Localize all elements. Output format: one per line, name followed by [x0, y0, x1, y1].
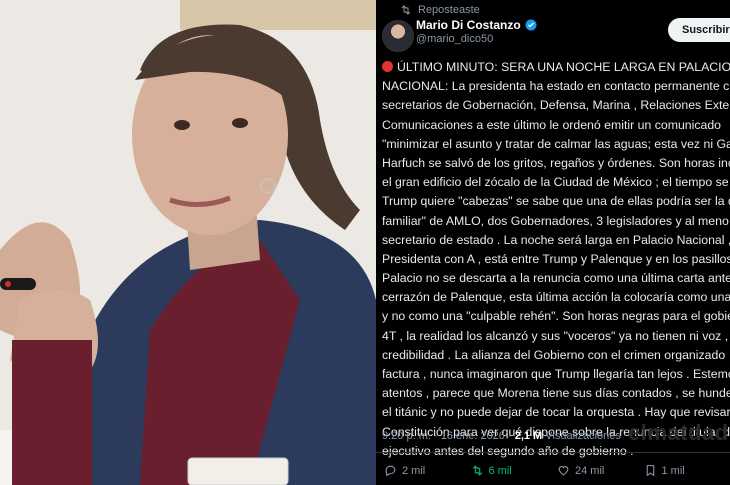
tweet-time[interactable]: 9:20 p. m. · 16 ene. 2026 ·	[382, 430, 512, 442]
tweet-line: atentos , parece que Morena tiene sus dí…	[382, 386, 730, 401]
bookmark-button[interactable]: 1 mil	[644, 464, 730, 477]
repost-label: Reposteaste	[418, 4, 480, 16]
author-name[interactable]: Mario Di Costanzo	[416, 18, 521, 32]
tweet-meta: 9:20 p. m. · 16 ene. 2026 · 2,1 M Visual…	[382, 430, 621, 442]
repost-icon	[401, 5, 411, 15]
reply-button[interactable]: 2 mil	[384, 464, 471, 477]
tweet-line: y no como una "culpable rehén". Son hora…	[382, 309, 730, 324]
tweet-line: 4T , la realidad los alcanzó y sus "voce…	[382, 328, 729, 343]
tweet-line: NACIONAL: La presidenta ha estado en con…	[382, 79, 730, 94]
like-button[interactable]: 24 mil	[557, 464, 644, 477]
watermark: elmatdad	[628, 420, 729, 445]
divider	[376, 452, 730, 453]
subscribe-button[interactable]: Suscribirse	[668, 18, 730, 42]
reply-count: 2 mil	[402, 464, 426, 477]
photo-woman-speaking	[0, 0, 376, 485]
tweet-line: secretarios de Gobernación, Defensa, Mar…	[382, 98, 730, 113]
repost-count: 6 mil	[488, 464, 512, 477]
author-avatar[interactable]	[382, 20, 414, 52]
tweet-line: cerrazón de Palenque, esta última acción…	[382, 290, 730, 305]
action-bar: 2 mil 6 mil 24 mil 1 mil	[384, 464, 730, 477]
tweet-line: "minimizar el asunto y tratar de calmar …	[382, 136, 730, 151]
repost-indicator: Reposteaste	[400, 4, 480, 16]
tweet-line: Comunicaciones a este último le ordenó e…	[382, 117, 722, 132]
tweet-card: Reposteaste Mario Di Costanzo @mario_dic…	[376, 0, 730, 485]
tweet-line: Trump quiere "cabezas" se sabe que una d…	[382, 194, 730, 209]
author-handle[interactable]: @mario_dico50	[416, 33, 493, 45]
tweet-line: el gran edificio del zócalo de la Ciudad…	[382, 175, 729, 190]
views-label: Visualizaciones	[545, 430, 621, 442]
author-name-row[interactable]: Mario Di Costanzo	[416, 18, 537, 32]
views-count: 2,1 M	[514, 430, 543, 442]
reply-icon	[385, 465, 396, 477]
red-circle-icon	[382, 61, 393, 72]
photo-illustration	[0, 0, 376, 485]
tweet-line: ÚLTIMO MINUTO: SERA UNA NOCHE LARGA EN P…	[382, 58, 730, 77]
repost-button[interactable]: 6 mil	[471, 464, 558, 477]
tweet-text: ÚLTIMO MINUTO: SERA UNA NOCHE LARGA EN P…	[382, 58, 730, 461]
bookmark-icon	[646, 465, 654, 477]
tweet-line: Harfuch se salvó de los gritos, regaños …	[382, 155, 730, 170]
verified-badge-icon	[525, 19, 537, 31]
repost-icon	[472, 465, 482, 476]
tweet-line: Palacio no se descarta a la renuncia com…	[382, 271, 730, 286]
bookmark-count: 1 mil	[661, 464, 685, 477]
tweet-line: familiar" de AMLO, dos Gobernadores, 3 l…	[382, 213, 729, 228]
tweet-line: factura , nunca imaginaron que Trump lle…	[382, 367, 730, 381]
tweet-line: Presidenta con A , está entre Trump y Pa…	[382, 251, 730, 266]
like-count: 24 mil	[575, 464, 605, 477]
tweet-line: credibilidad . La alianza del Gobierno c…	[382, 347, 726, 362]
tweet-line: secretario de estado . La noche será lar…	[382, 232, 730, 247]
heart-icon	[558, 466, 569, 476]
